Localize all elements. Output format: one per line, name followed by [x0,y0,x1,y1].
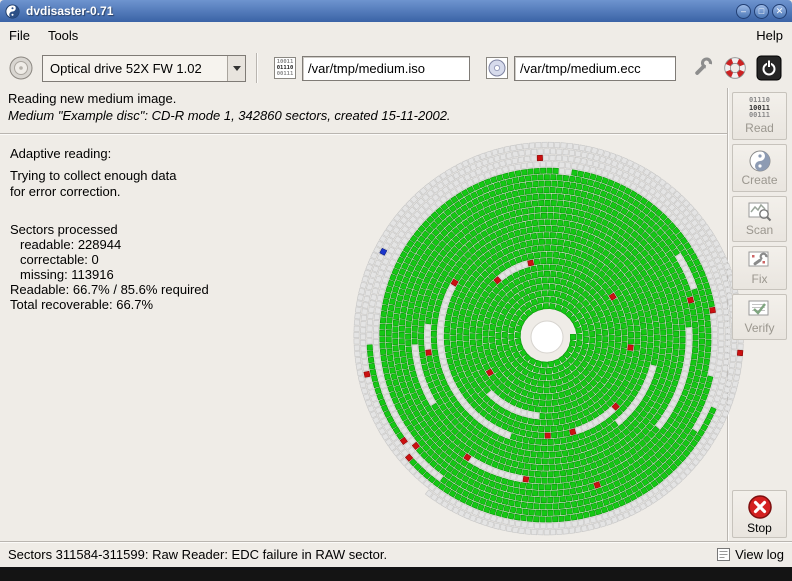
quit-button[interactable] [756,55,782,81]
life-preserver-icon [723,56,747,80]
preferences-button[interactable] [690,56,714,80]
stop-icon [747,494,773,520]
verify-icon [748,300,772,320]
wrench-icon [690,56,714,80]
sectors-processed-title: Sectors processed [10,222,330,237]
close-button[interactable]: ✕ [772,4,787,19]
menubar: File Tools Help [0,22,792,48]
log-icon [717,548,730,561]
view-log-button[interactable]: View log [717,547,784,562]
create-button[interactable]: Create [732,144,787,192]
adaptive-reading-title: Adaptive reading: [10,146,330,162]
fix-button-label: Fix [752,272,768,286]
yin-yang-icon [749,150,771,172]
stop-button[interactable]: Stop [732,490,787,538]
sector-spiral [341,131,753,543]
ecc-file-icon [486,57,508,79]
drive-icon [8,55,34,81]
fix-button[interactable]: Fix [732,246,787,290]
application-window: dvdisaster-0.71 – □ ✕ File Tools Help Op… [0,0,792,581]
readable-count: readable: 228944 [10,237,330,252]
verify-button-label: Verify [744,321,774,335]
app-icon [5,4,20,19]
menu-file[interactable]: File [0,24,39,47]
view-log-label: View log [735,547,784,562]
statusbar: Sectors 311584-311599: Raw Reader: EDC f… [0,541,792,567]
action-sidebar: 01110 10011 00111 Read Create Scan [730,88,790,541]
missing-count: missing: 113916 [10,267,330,282]
chevron-down-icon [227,56,245,81]
readable-percentage: Readable: 66.7% / 85.6% required [10,282,330,297]
stop-button-label: Stop [747,521,772,535]
iso-path-input[interactable] [302,56,470,81]
toolbar: Optical drive 52X FW 1.02 10011 01110 00… [0,48,792,88]
scan-button[interactable]: Scan [732,196,787,242]
fix-icon [748,251,772,271]
read-icon: 01110 10011 00111 [749,97,770,120]
titlebar[interactable]: dvdisaster-0.71 – □ ✕ [0,0,792,22]
info-panel: Adaptive reading: Trying to collect enou… [10,146,330,312]
correctable-count: correctable: 0 [10,252,330,267]
scan-icon [748,202,772,222]
drive-select-value: Optical drive 52X FW 1.02 [43,61,227,76]
create-button-label: Create [741,173,777,187]
read-button-label: Read [745,121,774,135]
status-heading: Reading new medium image. Medium "Exampl… [8,90,451,124]
drive-button[interactable] [8,55,34,81]
read-button[interactable]: 01110 10011 00111 Read [732,92,787,140]
window-title: dvdisaster-0.71 [26,4,736,18]
maximize-button[interactable]: □ [754,4,769,19]
power-icon [756,55,782,81]
minimize-button[interactable]: – [736,4,751,19]
reading-description-line2: for error correction. [10,184,330,200]
heading-line1: Reading new medium image. [8,90,451,107]
reading-description-line1: Trying to collect enough data [10,168,330,184]
verify-button[interactable]: Verify [732,294,787,340]
window-bottom-edge [0,567,792,581]
toolbar-separator [256,53,258,83]
status-message: Sectors 311584-311599: Raw Reader: EDC f… [8,547,387,562]
total-recoverable: Total recoverable: 66.7% [10,297,330,312]
image-file-icon: 10011 01110 00111 [274,57,296,79]
help-button[interactable] [723,56,747,80]
menu-tools[interactable]: Tools [39,24,87,47]
menu-help[interactable]: Help [747,24,792,47]
ecc-path-input[interactable] [514,56,676,81]
scan-button-label: Scan [746,223,773,237]
drive-select[interactable]: Optical drive 52X FW 1.02 [42,55,246,82]
heading-line2: Medium "Example disc": CD-R mode 1, 3428… [8,107,451,124]
